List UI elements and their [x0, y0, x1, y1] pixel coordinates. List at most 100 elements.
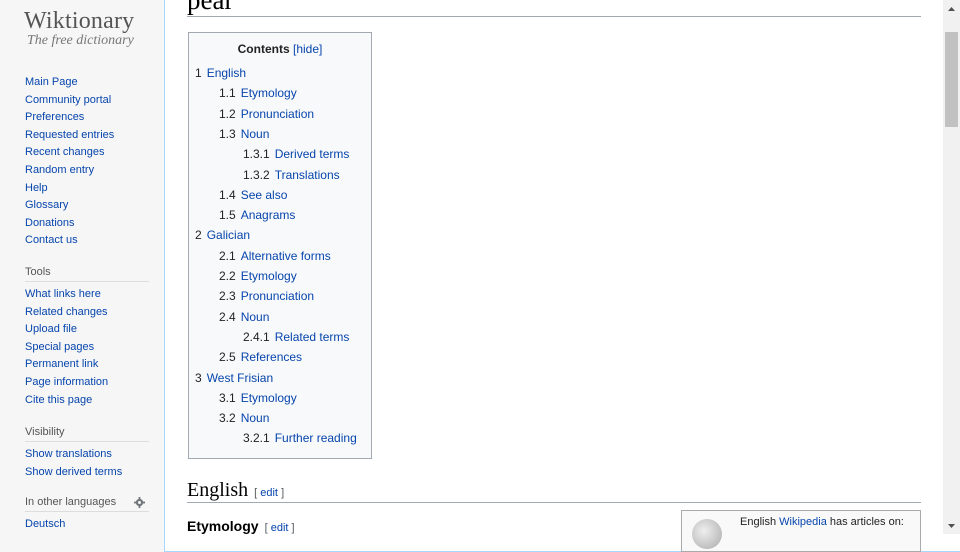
toc-item-label: Galician: [206, 228, 251, 243]
logo[interactable]: Wiktionary The free dictionary: [24, 0, 144, 60]
wikipedia-globe-icon: [692, 519, 722, 549]
scroll-down-arrow-icon[interactable]: [943, 517, 960, 534]
toc-item-number: 1.3.1: [243, 147, 270, 162]
edit-link[interactable]: edit: [271, 522, 289, 534]
wikipedia-box: English Wikipedia has articles on:: [681, 510, 921, 552]
logo-name: Wiktionary: [24, 8, 135, 34]
nav-link-random-entry[interactable]: Random entry: [25, 162, 149, 180]
edit-bracket-close: ]: [291, 522, 295, 534]
tools-link-upload-file[interactable]: Upload file: [25, 321, 149, 339]
wikipedia-box-prefix: English: [740, 516, 780, 528]
nav-link-help[interactable]: Help: [25, 180, 149, 198]
subsection-edit-link: [ edit ]: [265, 522, 295, 534]
table-of-contents: Contents [hide] 1 English 1.1 Etymology 1.2 P…: [188, 32, 372, 459]
toc-item-label: Etymology: [240, 86, 297, 101]
toc-item-1-3[interactable]: 1.3 Noun: [219, 126, 269, 142]
toc-item-number: 3.1: [219, 390, 236, 405]
toc-item-1[interactable]: 1 English: [195, 65, 246, 81]
tools-link-what-links-here[interactable]: What links here: [25, 286, 149, 304]
toc-item-label: Anagrams: [240, 208, 296, 223]
subsection-heading-etymology: Etymology [ edit ]: [187, 518, 295, 534]
nav-link-main-page[interactable]: Main Page: [25, 74, 149, 92]
toc-item-2-4-1[interactable]: 2.4.1 Related terms: [243, 329, 349, 345]
toc-item-2-2[interactable]: 2.2 Etymology: [219, 268, 297, 284]
tools-portal: Tools What links here Related changes Up…: [25, 264, 149, 409]
visibility-link-show-translations[interactable]: Show translations: [25, 446, 149, 464]
page-title: pear: [187, 0, 234, 15]
toc-item-label: Related terms: [274, 329, 350, 344]
wikipedia-box-text: English Wikipedia has articles on:: [740, 516, 904, 528]
vertical-scrollbar[interactable]: [943, 0, 960, 534]
toc-item-number: 2.1: [219, 248, 236, 263]
toc-item-3[interactable]: 3 West Frisian: [195, 370, 273, 386]
edit-bracket-open: [: [254, 487, 258, 499]
nav-link-contact-us[interactable]: Contact us: [25, 232, 149, 250]
toc-hide-link[interactable]: [hide]: [293, 42, 322, 56]
toc-item-number: 2.4.1: [243, 329, 270, 344]
toc-item-label: Further reading: [274, 431, 357, 446]
toc-item-1-5[interactable]: 1.5 Anagrams: [219, 207, 295, 223]
languages-heading: In other languages: [25, 494, 149, 512]
edit-bracket-close: ]: [281, 487, 285, 499]
tools-link-special-pages[interactable]: Special pages: [25, 339, 149, 357]
toc-item-number: 1.3.2: [243, 167, 270, 182]
toc-item-label: Derived terms: [274, 147, 350, 162]
toc-item-number: 2.3: [219, 289, 236, 304]
toc-item-number: 2.2: [219, 269, 236, 283]
toc-item-number: 3.2.1: [243, 431, 270, 446]
tools-link-permanent-link[interactable]: Permanent link: [25, 356, 149, 374]
toc-item-label: See also: [240, 187, 288, 202]
toc-item-1-4[interactable]: 1.4 See also: [219, 187, 287, 203]
toc-item-label: Noun: [240, 126, 270, 141]
visibility-heading: Visibility: [25, 424, 149, 442]
nav-link-community-portal[interactable]: Community portal: [25, 92, 149, 110]
wikipedia-link[interactable]: Wikipedia: [779, 516, 827, 528]
toc-item-number: 2.4: [219, 309, 236, 324]
nav-link-glossary[interactable]: Glossary: [25, 197, 149, 215]
scroll-up-arrow-icon[interactable]: [943, 0, 960, 17]
toc-item-3-2-1[interactable]: 3.2.1 Further reading: [243, 430, 357, 446]
toc-item-2[interactable]: 2 Galician: [195, 227, 250, 243]
nav-link-recent-changes[interactable]: Recent changes: [25, 144, 149, 162]
toc-item-2-3[interactable]: 2.3 Pronunciation: [219, 288, 314, 304]
content-area: pear Contents [hide] 1 English 1.1 Etymolog…: [164, 0, 960, 552]
title-divider: [187, 16, 921, 17]
toc-item-label: References: [240, 350, 303, 365]
toc-item-1-1[interactable]: 1.1 Etymology: [219, 85, 297, 101]
toc-item-label: Translations: [274, 167, 340, 182]
toc-item-2-5[interactable]: 2.5 References: [219, 349, 302, 365]
nav-link-donations[interactable]: Donations: [25, 215, 149, 233]
tools-link-cite-this-page[interactable]: Cite this page: [25, 392, 149, 410]
toc-item-label: Pronunciation: [240, 106, 315, 121]
toc-item-label: West Frisian: [206, 370, 274, 385]
scrollbar-thumb[interactable]: [945, 32, 958, 127]
toc-item-number: 3.2: [219, 411, 236, 426]
edit-link[interactable]: edit: [260, 487, 278, 499]
tools-heading: Tools: [25, 264, 149, 282]
toc-item-1-3-1[interactable]: 1.3.1 Derived terms: [243, 146, 349, 162]
toc-item-2-4[interactable]: 2.4 Noun: [219, 309, 269, 325]
toc-item-number: 2.5: [219, 350, 236, 365]
gear-icon[interactable]: [134, 497, 145, 508]
tools-link-related-changes[interactable]: Related changes: [25, 304, 149, 322]
toc-title: Contents: [237, 42, 290, 56]
toc-header: Contents [hide]: [189, 42, 371, 56]
nav-link-preferences[interactable]: Preferences: [25, 109, 149, 127]
tools-link-page-information[interactable]: Page information: [25, 374, 149, 392]
toc-item-number: 1.5: [219, 208, 236, 223]
visibility-link-show-derived-terms[interactable]: Show derived terms: [25, 464, 149, 482]
languages-portal: In other languages Deutsch: [25, 494, 149, 534]
subsection-heading-text: Etymology: [187, 518, 259, 534]
toc-item-2-1[interactable]: 2.1 Alternative forms: [219, 248, 331, 264]
toc-item-3-1[interactable]: 3.1 Etymology: [219, 390, 297, 406]
nav-link-requested-entries[interactable]: Requested entries: [25, 127, 149, 145]
section-heading-english: English [ edit ]: [187, 479, 284, 502]
section-divider: [187, 502, 921, 503]
toc-item-label: Noun: [240, 309, 270, 324]
wikipedia-box-suffix: has articles on:: [826, 516, 904, 528]
toc-item-1-3-2[interactable]: 1.3.2 Translations: [243, 167, 340, 183]
toc-item-1-2[interactable]: 1.2 Pronunciation: [219, 106, 314, 122]
toc-item-number: 1: [195, 66, 202, 80]
language-link-deutsch[interactable]: Deutsch: [25, 516, 149, 534]
toc-item-3-2[interactable]: 3.2 Noun: [219, 410, 269, 426]
